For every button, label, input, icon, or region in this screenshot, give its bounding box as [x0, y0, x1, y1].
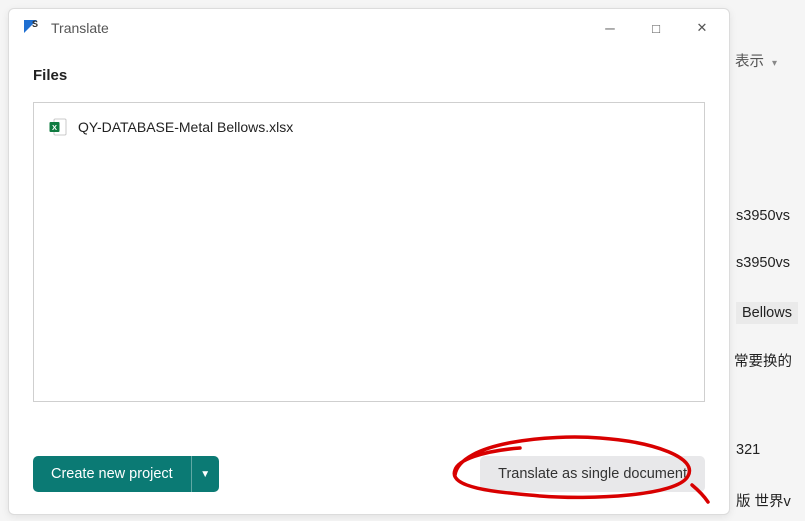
titlebar: S Translate ─ □ ✕: [9, 9, 729, 47]
close-icon: ✕: [697, 20, 708, 36]
background-text: s3950vs: [736, 255, 790, 271]
chevron-down-icon: ▾: [772, 58, 777, 69]
file-item[interactable]: X QY-DATABASE-Metal Bellows.xlsx: [48, 117, 690, 137]
minimize-icon: ─: [605, 21, 614, 36]
files-heading: Files: [33, 67, 705, 84]
excel-file-icon: X: [48, 117, 68, 137]
create-project-button[interactable]: Create new project: [33, 456, 191, 492]
chevron-down-icon: ▼: [200, 469, 210, 480]
dialog-title: Translate: [51, 20, 587, 36]
close-button[interactable]: ✕: [679, 12, 725, 44]
background-text: 常要换的: [734, 350, 792, 371]
window-controls: ─ □ ✕: [587, 12, 725, 44]
create-project-group: Create new project ▼: [33, 456, 219, 492]
create-project-dropdown-button[interactable]: ▼: [191, 456, 219, 492]
svg-text:X: X: [52, 123, 57, 132]
file-name-label: QY-DATABASE-Metal Bellows.xlsx: [78, 119, 293, 135]
minimize-button[interactable]: ─: [587, 12, 633, 44]
dialog-body: Files X QY-DATABASE-Metal Bellows.xlsx: [9, 47, 729, 402]
app-logo-icon: S: [23, 19, 41, 37]
files-list-box[interactable]: X QY-DATABASE-Metal Bellows.xlsx: [33, 102, 705, 402]
translate-dialog: S Translate ─ □ ✕ Files X: [8, 8, 730, 515]
dialog-footer: Create new project ▼ Translate as single…: [33, 454, 705, 494]
svg-text:S: S: [32, 19, 38, 29]
background-text: 版 世界v: [736, 490, 791, 511]
background-text: Bellows: [736, 302, 798, 324]
background-text: s3950vs: [736, 208, 790, 224]
maximize-icon: □: [652, 21, 660, 36]
translate-single-document-button[interactable]: Translate as single document: [480, 456, 705, 492]
background-text: 321: [736, 442, 760, 458]
background-text: 表示 ▾: [735, 50, 777, 71]
maximize-button[interactable]: □: [633, 12, 679, 44]
